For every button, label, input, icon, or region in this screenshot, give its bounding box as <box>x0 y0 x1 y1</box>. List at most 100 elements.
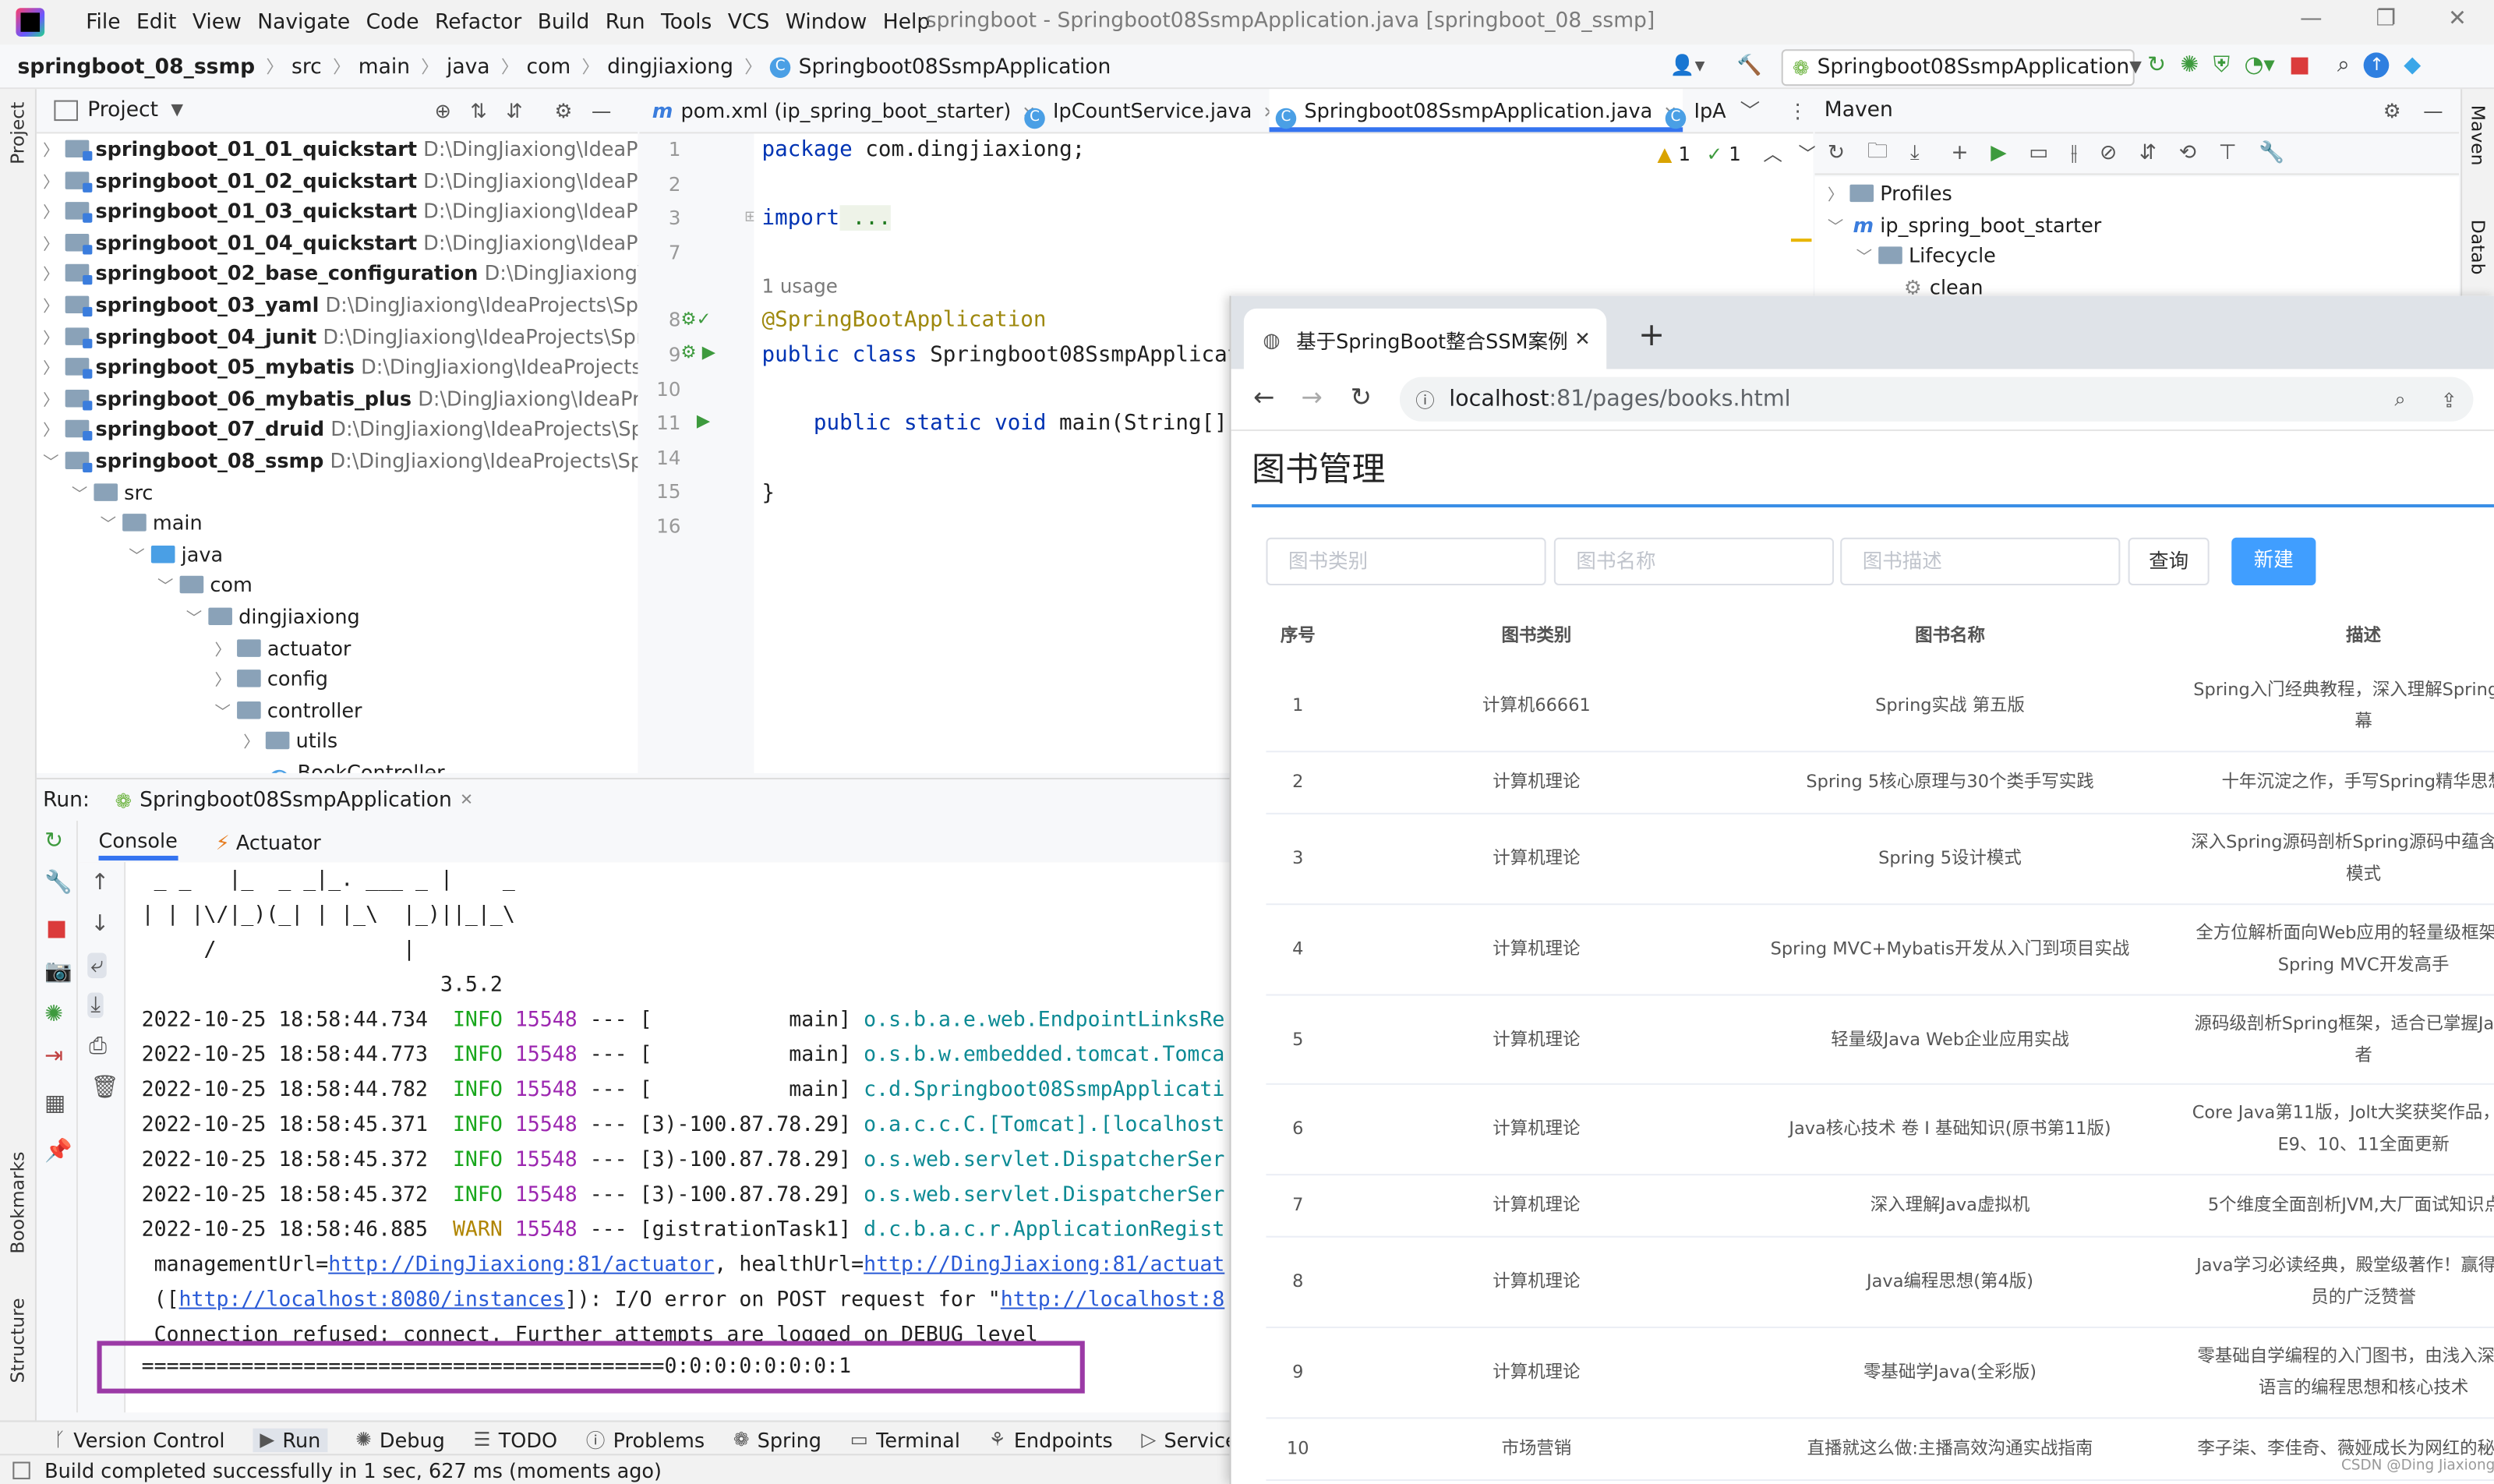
menu-run[interactable]: Run <box>606 10 645 34</box>
back-icon[interactable]: ← <box>1253 382 1274 412</box>
chevron-down-icon[interactable]: ﹀ <box>69 479 91 510</box>
tool-endpoints[interactable]: ⚘ Endpoints <box>989 1428 1113 1452</box>
chevron-right-icon[interactable]: 〉 <box>40 231 62 261</box>
close-icon[interactable]: ✕ <box>2433 6 2481 32</box>
maven-tree-lifecycle[interactable]: ﹀ Lifecycle <box>1853 240 1996 270</box>
tool-debug[interactable]: ✺ Debug <box>355 1428 445 1452</box>
table-row[interactable]: 2 计算机理论 Spring 5核心原理与30个类手写实践 十年沉淀之作，手写S… <box>1266 752 2494 814</box>
reload-icon[interactable]: ↻ <box>1828 142 1845 166</box>
table-row[interactable]: 3 计算机理论 Spring 5设计模式 深入Spring源码剖析Spring源… <box>1266 814 2494 906</box>
chevron-down-icon[interactable]: ﹀ <box>40 449 62 479</box>
forward-icon[interactable]: → <box>1301 382 1322 412</box>
soft-wrap-icon[interactable]: ⤶ <box>87 952 107 979</box>
tree-item-project[interactable]: 〉 springboot_01_04_quickstart D:\DingJiax… <box>40 227 638 257</box>
tab-pom-xml[interactable]: mpom.xml (ip_spring_boot_starter)✕ <box>652 89 1036 132</box>
tree-item-project[interactable]: 〉 springboot_05_mybatis D:\DingJiaxiong\I… <box>40 352 638 382</box>
chevron-right-icon[interactable]: 〉 <box>40 355 62 385</box>
structure-tool-tab[interactable]: Structure <box>6 1298 29 1383</box>
wrench-icon[interactable]: 🔧 <box>2259 142 2284 166</box>
profile-icon[interactable]: ◔▾ <box>2245 52 2275 78</box>
camera-icon[interactable]: 📷 <box>44 959 72 985</box>
stop-icon[interactable]: ■ <box>2289 52 2310 78</box>
chevron-right-icon[interactable]: 〉 <box>40 293 62 323</box>
show-dependencies-icon[interactable]: ⟲ <box>2179 142 2196 166</box>
locate-icon[interactable]: ⊕ <box>435 99 451 123</box>
menu-build[interactable]: Build <box>538 10 590 34</box>
user-icon[interactable]: 👤▾ <box>1670 52 1705 78</box>
tab-ipcountservice[interactable]: CIpCountService.java✕ <box>1024 89 1277 132</box>
new-tab-icon[interactable]: + <box>1638 315 1665 353</box>
zoom-icon[interactable]: ⌕ <box>2394 387 2405 412</box>
debug-bug-icon[interactable]: ✺ <box>2180 52 2199 78</box>
maven-tool-tab[interactable]: Maven <box>2467 105 2489 166</box>
tool-todo[interactable]: ☰ TODO <box>474 1428 558 1452</box>
execute-goal-icon[interactable]: ▭ <box>2029 142 2048 166</box>
collapse-icon[interactable]: ⇵ <box>2139 142 2157 166</box>
skip-tests-icon[interactable]: ⊘ <box>2100 142 2117 166</box>
table-row[interactable]: 4 计算机理论 Spring MVC+Mybatis开发从入门到项目实战 全方位… <box>1266 905 2494 996</box>
search-icon[interactable]: ⌕ <box>2337 52 2350 78</box>
tree-item-actuator[interactable]: 〉 actuator <box>211 632 351 662</box>
tree-item-main[interactable]: ﹀ main <box>97 507 203 538</box>
menu-vcs[interactable]: VCS <box>728 10 770 34</box>
chevron-down-icon[interactable]: ﹀ <box>1853 243 1876 274</box>
tree-item-project-open[interactable]: ﹀ springboot_08_ssmp D:\DingJiaxiong\Idea… <box>40 445 638 475</box>
chevron-right-icon[interactable]: 〉 <box>40 199 62 229</box>
chevron-right-icon[interactable]: 〉 <box>240 729 263 759</box>
health-url-link[interactable]: http://DingJiaxiong:81/actuat <box>864 1253 1224 1277</box>
chevron-right-icon[interactable]: 〉 <box>40 168 62 198</box>
tool-version-control[interactable]: ᚴ Version Control <box>54 1428 224 1452</box>
tree-item-project[interactable]: 〉 springboot_01_01_quickstart D:\DingJiax… <box>40 133 638 164</box>
jetbrains-logo-icon[interactable]: ◆ <box>2404 52 2421 78</box>
chevron-right-icon[interactable]: 〉 <box>211 666 234 697</box>
layout-icon[interactable]: ▦ <box>44 1091 65 1117</box>
tree-item-java[interactable]: ﹀ java <box>125 539 223 569</box>
collapse-all-icon[interactable]: ⇵ <box>506 99 522 123</box>
folder-reload-icon[interactable]: 🗀 <box>1867 136 1888 171</box>
more-options-icon[interactable]: ⋮ <box>1788 89 1808 132</box>
chevron-down-icon[interactable]: ﹀ <box>125 542 148 572</box>
tree-item-project[interactable]: 〉 springboot_07_druid D:\DingJiaxiong\Ide… <box>40 414 638 444</box>
tree-item-com[interactable]: ﹀ com <box>154 570 253 600</box>
share-icon[interactable]: ⇪ <box>2441 387 2457 412</box>
minimize-icon[interactable]: — <box>2287 6 2335 32</box>
rerun-icon[interactable]: ↻ <box>2147 52 2166 78</box>
table-row[interactable]: 9 计算机理论 零基础学Java(全彩版) 零基础自学编程的入门图书，由浅入深，… <box>1266 1328 2494 1419</box>
tree-item-project[interactable]: 〉 springboot_02_base_configuration D:\Din… <box>40 258 638 288</box>
run-main-icon[interactable]: ▶ <box>697 411 710 432</box>
chevron-right-icon[interactable]: 〉 <box>40 417 62 447</box>
menu-tools[interactable]: Tools <box>661 10 712 34</box>
menu-code[interactable]: Code <box>366 10 419 34</box>
browser-tab[interactable]: ◍ 基于SpringBoot整合SSM案例 ✕ <box>1243 308 1607 369</box>
project-tool-tab[interactable]: Project <box>6 102 29 164</box>
tree-item-project[interactable]: 〉 springboot_06_mybatis_plus D:\DingJiaxi… <box>40 383 638 413</box>
chevron-right-icon[interactable]: 〉 <box>1825 182 1847 212</box>
inspection-widget[interactable]: ▲ 1 ✓ 1 ︿ ﹀ <box>1658 140 1818 168</box>
tree-item-project[interactable]: 〉 springboot_01_02_quickstart D:\DingJiax… <box>40 164 638 195</box>
menu-navigate[interactable]: Navigate <box>257 10 350 34</box>
add-icon[interactable]: + <box>1951 142 1968 166</box>
menu-window[interactable]: Window <box>786 10 867 34</box>
chevron-down-icon[interactable]: ﹀ <box>1825 212 1847 242</box>
column-header-id[interactable]: 序号 <box>1266 613 1330 660</box>
tab-console[interactable]: Console <box>98 822 178 861</box>
maven-tree-profiles[interactable]: 〉 Profiles <box>1825 178 1952 209</box>
restore-icon[interactable]: ❐ <box>2362 6 2410 32</box>
project-panel-title[interactable]: Project <box>87 99 158 123</box>
coverage-icon[interactable]: ⛨ <box>2213 52 2230 78</box>
tool-run[interactable]: ▶ Run <box>253 1427 327 1452</box>
run-configuration-select[interactable]: ❁ Springboot08SsmpApplication ▼ <box>1781 49 2142 87</box>
close-icon[interactable]: ✕ <box>1574 327 1591 350</box>
info-icon[interactable]: ⓘ <box>1415 386 1435 413</box>
tree-item-src[interactable]: ﹀ src <box>69 476 154 507</box>
gear-icon[interactable]: ⚙ <box>555 99 573 123</box>
breadcrumb-com[interactable]: com <box>527 55 571 79</box>
close-icon[interactable]: ✕ <box>460 791 473 808</box>
breadcrumb-dingjiaxiong[interactable]: dingjiaxiong <box>607 55 733 79</box>
new-book-button[interactable]: 新建 <box>2231 537 2316 586</box>
breadcrumb-java[interactable]: java <box>447 55 490 79</box>
tool-spring[interactable]: ❁ Spring <box>733 1428 821 1452</box>
table-row[interactable]: 7 计算机理论 深入理解Java虚拟机 5个维度全面剖析JVM,大厂面试知识点全 <box>1266 1175 2494 1238</box>
tab-actuator[interactable]: Actuator <box>236 829 321 853</box>
reload-icon[interactable]: ↻ <box>1351 382 1372 412</box>
